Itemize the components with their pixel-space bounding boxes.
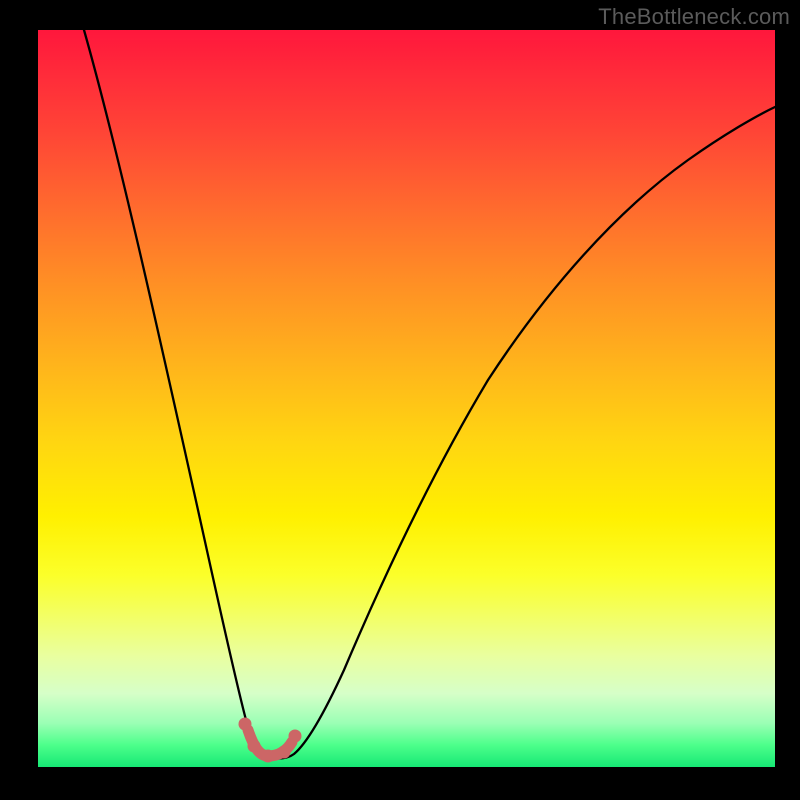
curve-svg (38, 30, 775, 767)
bottleneck-curve (84, 30, 775, 759)
chart-frame: TheBottleneck.com (0, 0, 800, 800)
plot-area (38, 30, 775, 767)
watermark-text: TheBottleneck.com (598, 4, 790, 30)
